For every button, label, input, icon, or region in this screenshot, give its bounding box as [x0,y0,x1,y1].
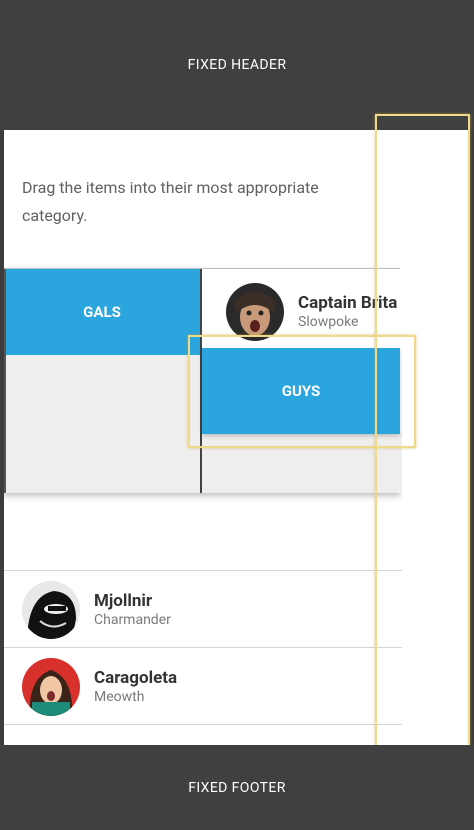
instructions-line-1: Drag the items into their most appropria… [22,178,319,197]
item-name: Captain Brita [298,293,398,313]
avatar [22,581,80,639]
avatar [226,283,284,341]
instructions-text: Drag the items into their most appropria… [22,174,402,230]
list-item[interactable]: Caragoleta Meowth [4,647,402,725]
avatar-photo-icon [22,658,80,716]
fixed-footer: FIXED FOOTER [0,745,474,830]
footer-title: FIXED FOOTER [188,779,286,796]
offscreen-panel [402,130,468,745]
instructions-line-2: category. [22,206,88,225]
item-subtitle: Charmander [94,612,171,628]
item-name: Caragoleta [94,668,178,688]
item-name: Mjollnir [94,591,153,611]
scroll-content[interactable]: Drag the items into their most appropria… [4,130,402,745]
fixed-header: FIXED HEADER [0,0,474,130]
dragging-category-guys[interactable]: GUYS [202,348,400,434]
item-subtitle: Slowpoke [298,314,359,330]
item-subtitle: Meowth [94,689,145,705]
column-edge [4,269,6,493]
avatar-photo-icon [22,581,80,639]
column-drop-area [202,433,402,493]
list-item[interactable]: Mjollnir Charmander [4,570,402,648]
header-title: FIXED HEADER [187,57,287,73]
avatar [22,658,80,716]
category-gals[interactable]: GALS [4,269,200,355]
list-item [4,724,402,745]
category-column-gals[interactable]: GALS [4,269,200,493]
board-item-captain-brita[interactable]: Captain Brita Slowpoke [226,283,397,341]
avatar-photo-icon [226,283,284,341]
list-item-mjollnir[interactable]: Mjollnir Charmander [22,581,171,639]
list-item-caragoleta[interactable]: Caragoleta Meowth [22,658,177,716]
